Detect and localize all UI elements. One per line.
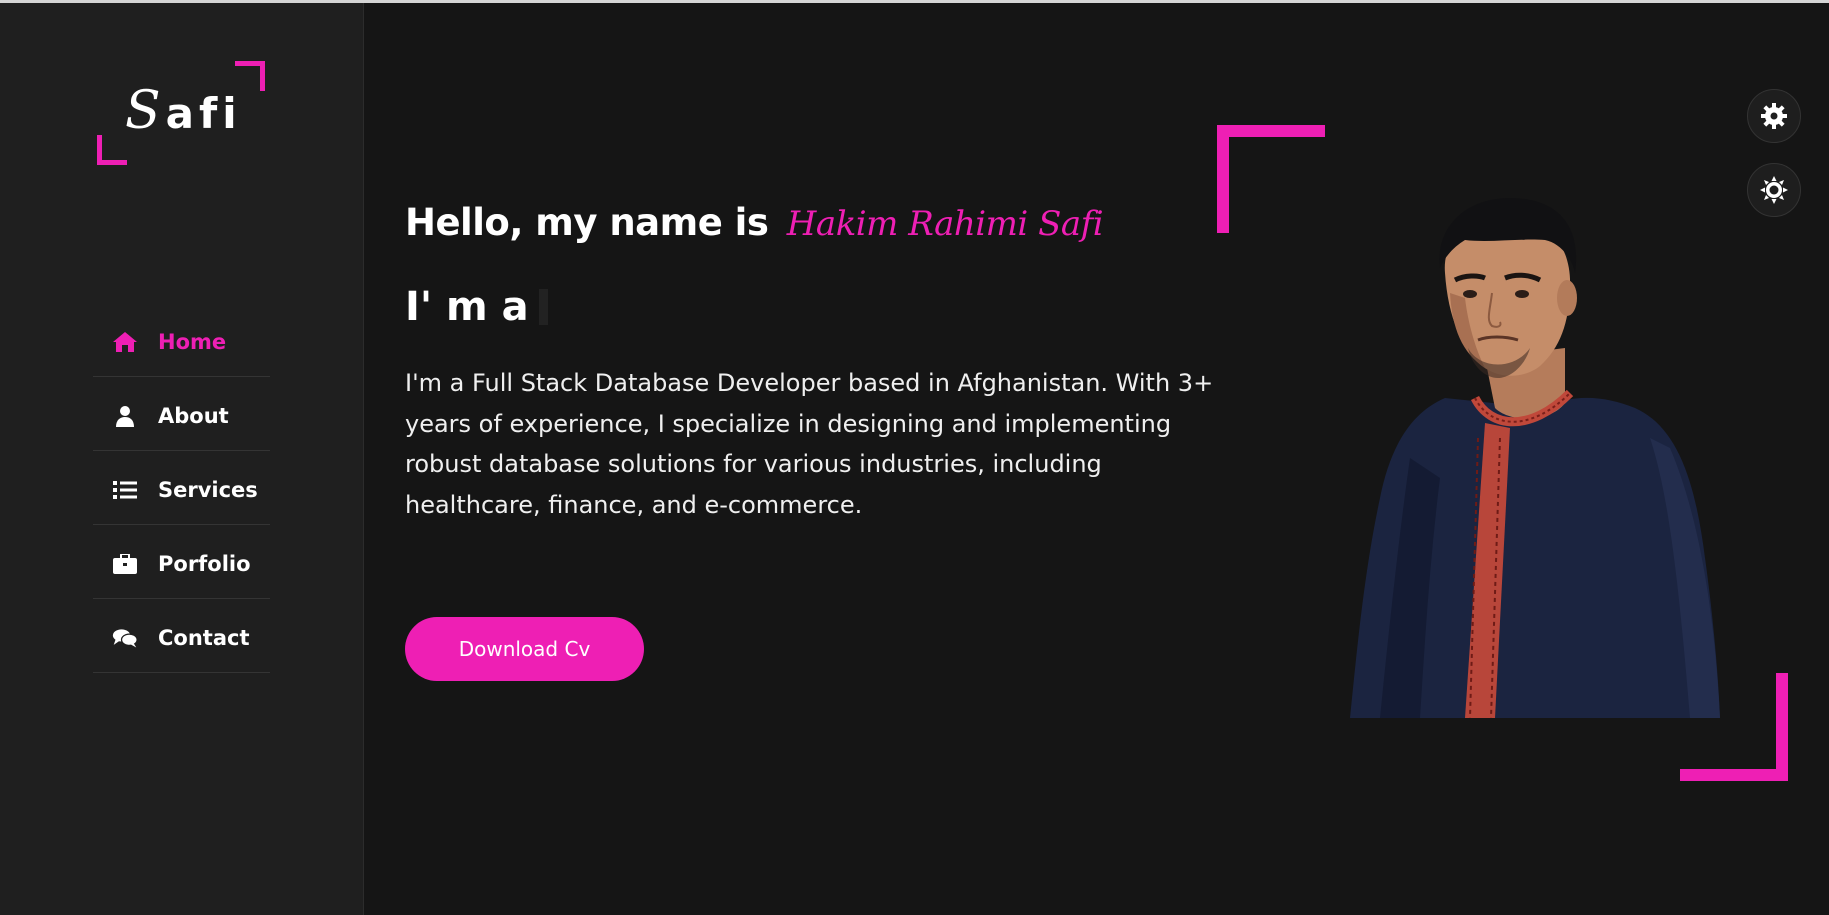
nav-item-about[interactable]: About — [93, 377, 270, 451]
site-logo[interactable]: Safi — [97, 61, 265, 165]
nav-item-services[interactable]: Services — [93, 451, 270, 525]
nav-item-contact[interactable]: Contact — [93, 599, 270, 673]
user-icon — [112, 405, 138, 427]
intro-paragraph: I'm a Full Stack Database Developer base… — [405, 369, 1214, 519]
logo-rest: afi — [165, 89, 242, 138]
profile-photo — [1350, 198, 1720, 718]
author-name: Hakim Rahimi Safi — [786, 204, 1104, 244]
page: Safi Home About Services Porfolio Contac… — [0, 3, 1829, 915]
typing-prefix: I' m a — [405, 284, 529, 330]
sun-icon — [1760, 176, 1788, 204]
nav-item-label: Home — [158, 329, 227, 354]
nav-item-home[interactable]: Home — [93, 303, 270, 377]
nav-item-label: Contact — [158, 625, 250, 650]
theme-toggle-button[interactable] — [1747, 163, 1801, 217]
nav-item-portfolio[interactable]: Porfolio — [93, 525, 270, 599]
logo-corner-bottom-left — [97, 135, 127, 165]
typing-heading: I' m a — [405, 284, 548, 330]
greeting-heading: Hello, my name is Hakim Rahimi Safi — [405, 201, 1104, 244]
comments-icon — [112, 627, 138, 649]
logo-text: Safi — [125, 81, 242, 141]
photo-frame-corner-top-left — [1217, 125, 1325, 233]
nav-item-label: Services — [158, 477, 258, 502]
sidebar: Safi Home About Services Porfolio Contac… — [0, 3, 364, 915]
nav-item-label: Porfolio — [158, 551, 251, 576]
nav-item-label: About — [158, 403, 229, 428]
settings-button[interactable] — [1747, 89, 1801, 143]
main-nav: Home About Services Porfolio Contact — [93, 303, 270, 673]
briefcase-icon — [112, 553, 138, 575]
typing-cursor — [538, 289, 548, 325]
greeting-text: Hello, my name is — [405, 201, 769, 244]
gear-icon — [1761, 103, 1787, 129]
home-icon — [112, 331, 138, 353]
list-icon — [112, 479, 138, 501]
logo-first-letter: S — [125, 81, 166, 141]
download-cv-button[interactable]: Download Cv — [405, 617, 644, 681]
